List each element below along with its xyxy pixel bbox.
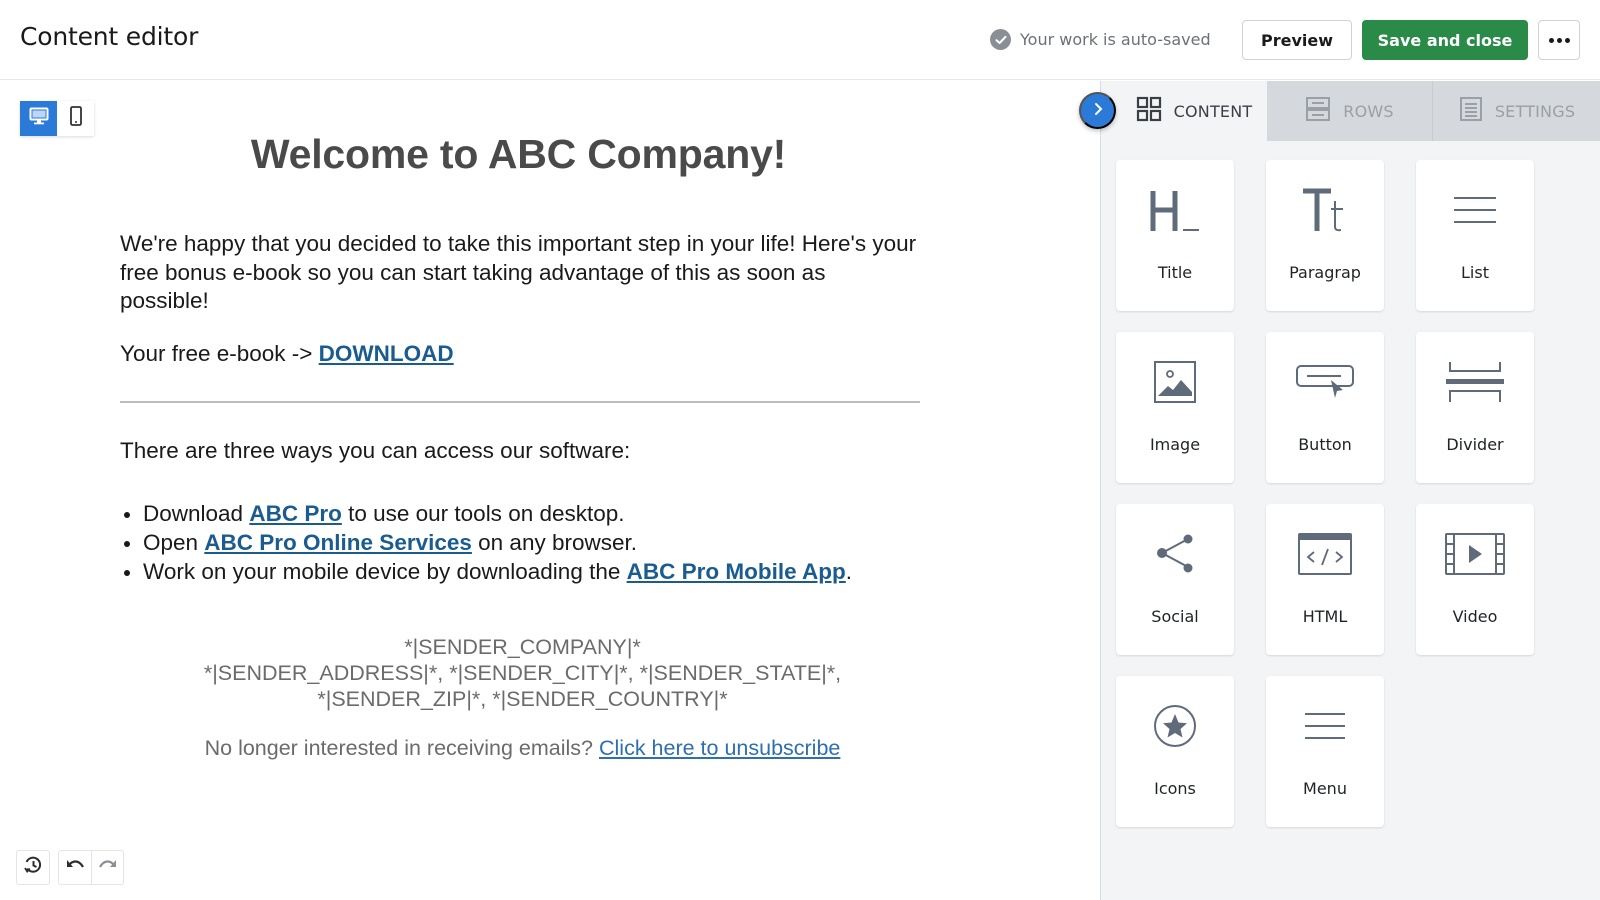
undo-button[interactable]	[59, 851, 91, 884]
history-controls	[16, 850, 124, 885]
list-item[interactable]: Download ABC Pro to use our tools on des…	[120, 499, 925, 528]
email-divider	[120, 400, 920, 403]
tab-content[interactable]: CONTENT	[1101, 81, 1267, 141]
list-text: .	[845, 558, 853, 584]
block-divider[interactable]: Divider	[1416, 332, 1534, 483]
footer-line: *|SENDER_COMPANY|*	[404, 634, 641, 659]
block-paragraph[interactable]: Paragrap	[1266, 160, 1384, 311]
sidebar: CONTENT ROWS SETTINGS Title Paragrap Lis…	[1100, 81, 1600, 900]
save-and-close-button[interactable]: Save and close	[1362, 20, 1528, 60]
list-text: Download	[143, 500, 250, 526]
tab-rows[interactable]: ROWS	[1267, 81, 1433, 141]
footer-line: *|SENDER_ZIP|*, *|SENDER_COUNTRY|*	[317, 686, 728, 711]
block-title[interactable]: Title	[1116, 160, 1234, 311]
page-title: Content editor	[20, 22, 199, 51]
ebook-prefix: Your free e-book ->	[120, 340, 319, 366]
desktop-icon	[29, 107, 49, 130]
list-text: Open	[143, 529, 205, 555]
download-link[interactable]: DOWNLOAD	[319, 341, 454, 366]
block-icons[interactable]: Icons	[1116, 676, 1234, 827]
email-preview: Welcome to ABC Company! We're happy that…	[120, 131, 925, 761]
email-intro-paragraph[interactable]: We're happy that you decided to take thi…	[120, 230, 920, 316]
tab-settings[interactable]: SETTINGS	[1433, 81, 1600, 141]
preview-button[interactable]: Preview	[1242, 20, 1352, 60]
list-text: to use our tools on desktop.	[341, 500, 625, 526]
rows-icon	[1305, 96, 1331, 126]
block-menu[interactable]: Menu	[1266, 676, 1384, 827]
list-item[interactable]: Work on your mobile device by downloadin…	[120, 557, 925, 586]
block-label: Divider	[1446, 435, 1504, 454]
abc-pro-online-link[interactable]: ABC Pro Online Services	[204, 530, 472, 555]
block-label: Image	[1149, 435, 1201, 454]
block-image[interactable]: Image	[1116, 332, 1234, 483]
tab-label: ROWS	[1343, 101, 1394, 121]
history-group	[16, 850, 50, 885]
list-icon	[1452, 195, 1498, 230]
redo-button[interactable]	[91, 851, 123, 884]
block-label: List	[1461, 263, 1489, 282]
mobile-icon	[69, 106, 82, 131]
unsubscribe-prefix: No longer interested in receiving emails…	[204, 735, 599, 760]
paragraph-icon	[1301, 187, 1349, 238]
code-icon	[1297, 532, 1353, 581]
list-item[interactable]: Open ABC Pro Online Services on any brow…	[120, 528, 925, 557]
check-circle-icon	[990, 29, 1011, 50]
ways-intro[interactable]: There are three ways you can access our …	[120, 438, 925, 464]
list-text: Work on your mobile device by downloadin…	[143, 558, 627, 584]
sidebar-tabs: CONTENT ROWS SETTINGS	[1101, 81, 1600, 141]
block-label: Title	[1157, 263, 1193, 282]
settings-doc-icon	[1459, 96, 1483, 126]
email-heading[interactable]: Welcome to ABC Company!	[112, 131, 925, 178]
block-html[interactable]: HTML	[1266, 504, 1384, 655]
block-label: Icons	[1154, 779, 1196, 798]
grid-icon	[1136, 96, 1162, 126]
block-label: Button	[1298, 435, 1352, 454]
block-label: HTML	[1302, 607, 1348, 626]
ebook-line[interactable]: Your free e-book -> DOWNLOAD	[120, 341, 925, 367]
menu-icon	[1303, 711, 1347, 746]
star-icon	[1153, 704, 1197, 753]
abc-pro-mobile-link[interactable]: ABC Pro Mobile App	[627, 559, 846, 584]
footer-line: *|SENDER_ADDRESS|*, *|SENDER_CITY|*, *|S…	[203, 660, 842, 685]
undo-icon	[65, 858, 85, 877]
block-social[interactable]: Social	[1116, 504, 1234, 655]
block-button[interactable]: Button	[1266, 332, 1384, 483]
block-label: Menu	[1303, 779, 1347, 798]
block-label: Paragrap	[1289, 263, 1361, 282]
more-horizontal-icon	[1548, 37, 1570, 43]
list-text: on any browser.	[471, 529, 637, 555]
abc-pro-link[interactable]: ABC Pro	[249, 501, 342, 526]
email-canvas: Welcome to ABC Company! We're happy that…	[0, 81, 1100, 900]
unsubscribe-line: No longer interested in receiving emails…	[120, 736, 925, 761]
autosave-text: Your work is auto-saved	[1020, 30, 1211, 49]
button-icon	[1295, 362, 1355, 407]
mobile-view-button[interactable]	[57, 101, 94, 136]
image-icon	[1153, 360, 1197, 409]
autosave-status: Your work is auto-saved	[990, 29, 1211, 50]
top-bar: Content editor Your work is auto-saved P…	[0, 0, 1600, 80]
access-list: Download ABC Pro to use our tools on des…	[120, 499, 925, 586]
tab-label: CONTENT	[1173, 101, 1253, 121]
redo-icon	[98, 858, 118, 877]
undo-redo-group	[58, 850, 124, 885]
divider-icon	[1445, 360, 1505, 409]
block-list[interactable]: List	[1416, 160, 1534, 311]
block-video[interactable]: Video	[1416, 504, 1534, 655]
block-label: Video	[1452, 607, 1498, 626]
unsubscribe-link[interactable]: Click here to unsubscribe	[599, 736, 840, 760]
desktop-view-button[interactable]	[20, 101, 57, 136]
collapse-sidebar-button[interactable]	[1079, 92, 1116, 129]
block-label: Social	[1151, 607, 1199, 626]
more-options-button[interactable]	[1538, 20, 1580, 60]
history-button[interactable]	[17, 851, 49, 884]
view-mode-toggle	[20, 101, 94, 136]
history-icon	[23, 855, 43, 880]
tab-label: SETTINGS	[1494, 101, 1576, 121]
share-icon	[1154, 533, 1196, 580]
video-icon	[1444, 532, 1506, 581]
title-icon	[1149, 187, 1201, 238]
chevron-right-icon	[1093, 102, 1103, 119]
content-blocks-grid: Title Paragrap List Image Button Divider…	[1116, 160, 1534, 827]
sender-footer[interactable]: *|SENDER_COMPANY|* *|SENDER_ADDRESS|*, *…	[120, 634, 925, 712]
